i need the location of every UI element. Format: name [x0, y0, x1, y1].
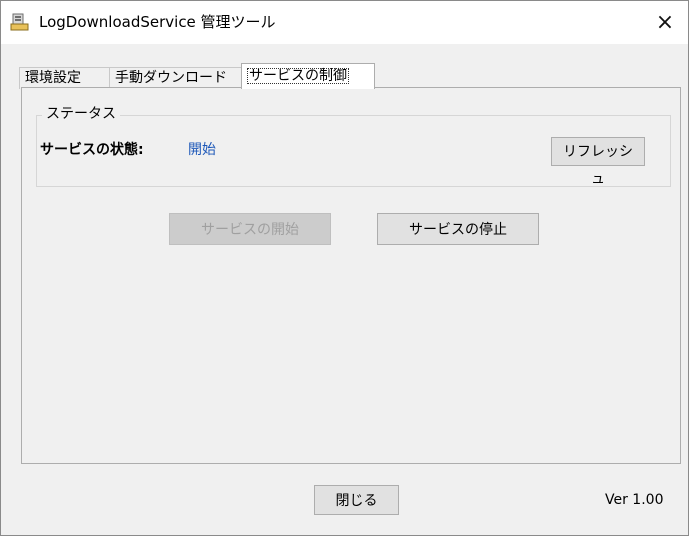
version-label: Ver 1.00 — [605, 492, 664, 508]
stop-service-button[interactable]: サービスの停止 — [377, 213, 539, 245]
service-control-panel: ステータス サービスの状態: 開始 リフレッシュ サービスの開始 サービスの停止 — [21, 87, 681, 464]
tab-manual-download[interactable]: 手動ダウンロード — [109, 67, 252, 89]
service-state-label: サービスの状態: — [40, 142, 144, 158]
app-icon — [10, 13, 29, 31]
close-button[interactable]: 閉じる — [314, 485, 399, 515]
title-bar[interactable]: LogDownloadService 管理ツール × — [1, 1, 688, 44]
tab-service-control[interactable]: サービスの制御 — [241, 63, 375, 89]
start-service-button[interactable]: サービスの開始 — [169, 213, 331, 245]
status-group-title: ステータス — [42, 105, 120, 123]
refresh-button[interactable]: リフレッシュ — [551, 137, 645, 187]
window-title: LogDownloadService 管理ツール — [39, 13, 276, 31]
tab-label: サービスの制御 — [247, 68, 349, 84]
tab-label: 環境設定 — [25, 70, 81, 86]
close-window-button[interactable]: × — [642, 1, 688, 44]
service-state-value: 開始 — [188, 142, 216, 158]
tab-environment-settings[interactable]: 環境設定 — [19, 67, 120, 89]
tab-label: 手動ダウンロード — [115, 70, 227, 86]
app-window: LogDownloadService 管理ツール × 環境設定 手動ダウンロード… — [0, 0, 689, 536]
